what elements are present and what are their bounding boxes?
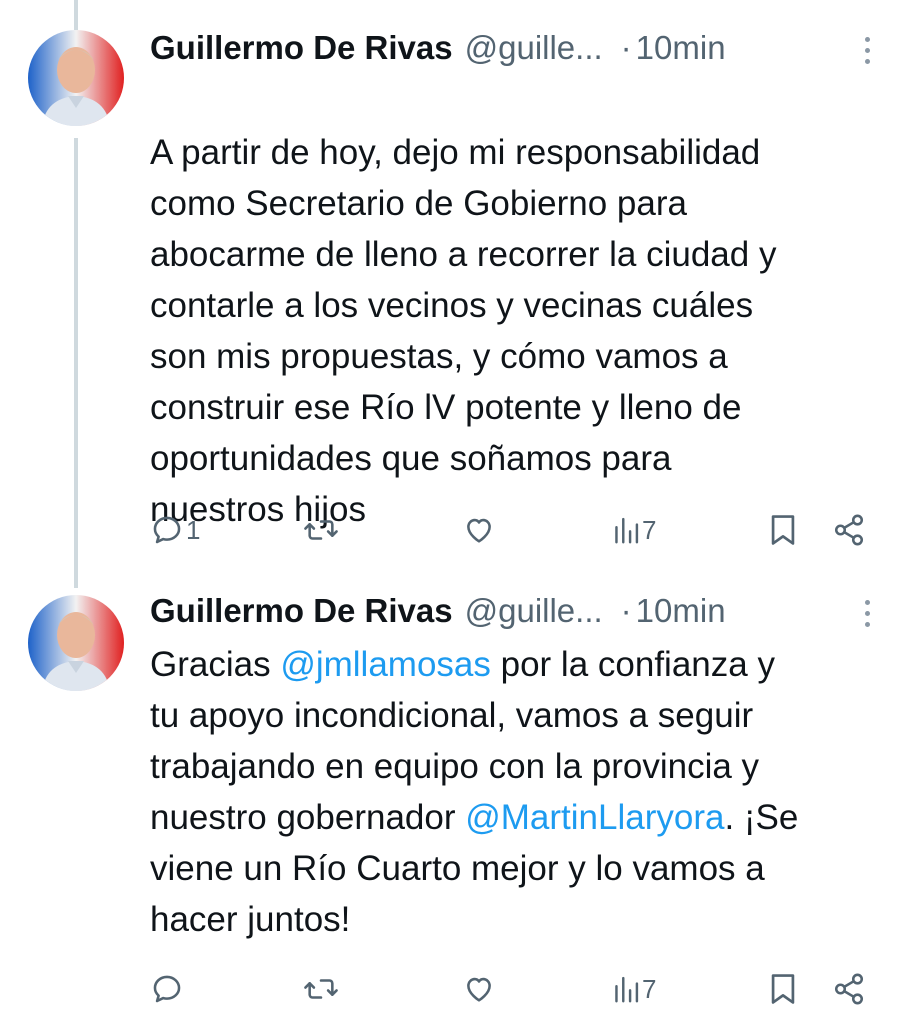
separator-dot: · — [620, 592, 632, 629]
reply-button[interactable]: 1 — [150, 508, 200, 552]
share-button[interactable] — [832, 508, 866, 552]
author-handle[interactable]: @guille... — [465, 592, 603, 630]
tweet-actions: 1 7 — [150, 508, 890, 552]
views-icon — [615, 976, 639, 1003]
reply-icon — [153, 975, 181, 1003]
more-vertical-icon[interactable] — [852, 593, 882, 633]
tweet-header: Guillermo De Rivas @guille... · 10min — [150, 26, 876, 70]
tweet-1[interactable]: Guillermo De Rivas @guille... · 10min A … — [0, 0, 916, 575]
tweet-actions: 7 — [150, 967, 890, 1011]
views-button[interactable]: 7 — [612, 967, 656, 1011]
reply-count: 1 — [186, 514, 201, 545]
tweet-header: Guillermo De Rivas @guille... · 10min — [150, 589, 876, 633]
tweet-text-segment: A partir de hoy, dejo mi responsabilidad… — [150, 133, 777, 529]
mention-link[interactable]: @MartinLlaryora — [465, 798, 724, 837]
share-icon — [834, 973, 864, 1005]
separator-dot: · — [620, 29, 632, 66]
views-icon — [615, 517, 639, 544]
views-count: 7 — [642, 973, 657, 1004]
author-handle[interactable]: @guille... — [465, 29, 603, 67]
like-button[interactable] — [462, 508, 498, 552]
bookmark-icon — [771, 515, 795, 545]
reply-icon — [153, 516, 181, 544]
retweet-button[interactable] — [302, 967, 342, 1011]
avatar-image — [28, 595, 124, 691]
bookmark-button[interactable] — [768, 967, 798, 1011]
avatar-image — [28, 30, 124, 126]
views-count: 7 — [642, 514, 657, 545]
timestamp[interactable]: 10min — [636, 29, 726, 67]
bookmark-button[interactable] — [768, 508, 798, 552]
views-button[interactable]: 7 — [612, 508, 656, 552]
bookmark-icon — [771, 974, 795, 1004]
reply-button[interactable] — [150, 967, 186, 1011]
tweet-text: A partir de hoy, dejo mi responsabilidad… — [150, 76, 880, 535]
tweet-text: Gracias @jmllamosas por la confianza y t… — [150, 639, 880, 945]
author-name[interactable]: Guillermo De Rivas — [150, 592, 453, 630]
like-button[interactable] — [462, 967, 498, 1011]
mention-link[interactable]: @jmllamosas — [280, 645, 491, 684]
heart-icon — [467, 518, 491, 543]
heart-icon — [467, 977, 491, 1002]
avatar[interactable] — [28, 595, 124, 691]
tweet-2[interactable]: Guillermo De Rivas @guille... · 10min Gr… — [0, 575, 916, 1024]
author-name[interactable]: Guillermo De Rivas — [150, 29, 453, 67]
timestamp[interactable]: 10min — [636, 592, 726, 630]
retweet-icon — [304, 520, 338, 540]
more-vertical-icon[interactable] — [852, 30, 882, 70]
avatar[interactable] — [28, 30, 124, 126]
share-button[interactable] — [832, 967, 866, 1011]
retweet-icon — [304, 979, 338, 999]
share-icon — [834, 514, 864, 546]
tweet-text-segment: Gracias — [150, 645, 281, 684]
retweet-button[interactable] — [302, 508, 342, 552]
